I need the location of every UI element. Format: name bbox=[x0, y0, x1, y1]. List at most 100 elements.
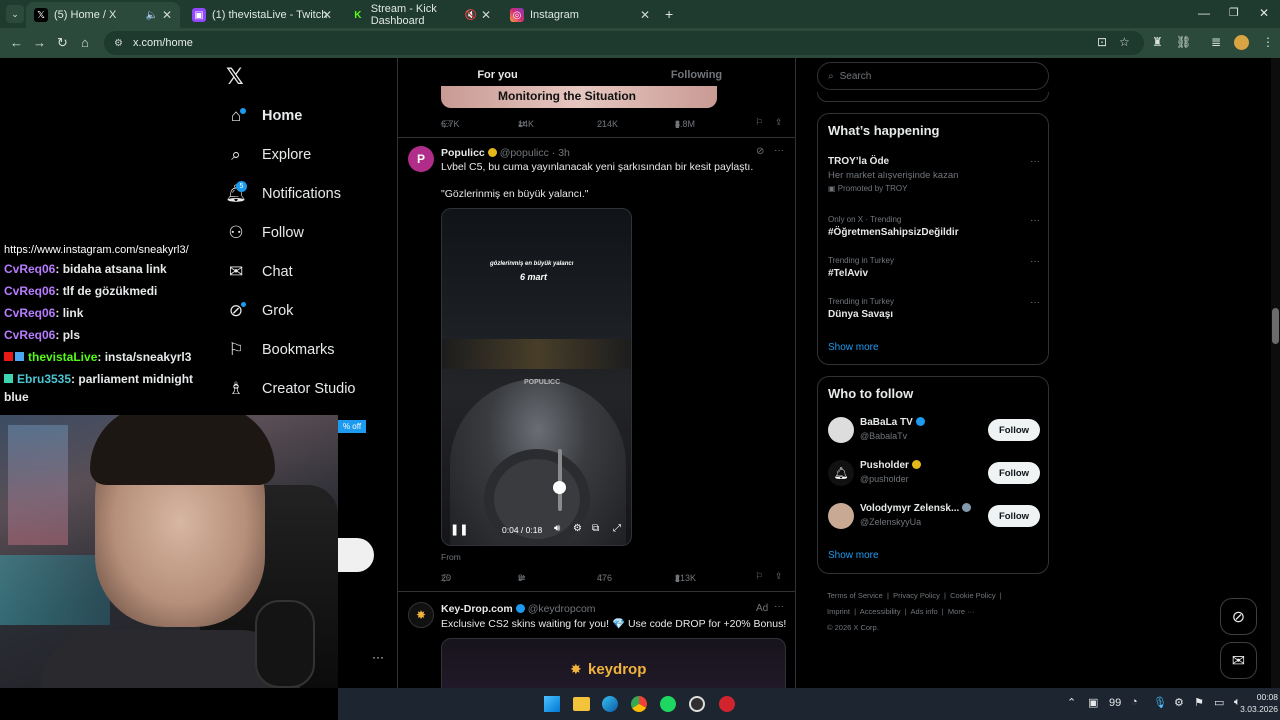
trend-more-icon[interactable]: ··· bbox=[1030, 297, 1040, 308]
tray-notification-icon[interactable]: ▣ bbox=[1088, 696, 1098, 709]
app-icon[interactable] bbox=[719, 696, 735, 712]
messages-float-button[interactable]: ✉ bbox=[1220, 642, 1257, 679]
speaker-icon[interactable]: 🔈 bbox=[146, 10, 158, 21]
tab-list-chevron-icon[interactable]: ⌄ bbox=[6, 5, 24, 23]
volume-slider[interactable] bbox=[558, 449, 562, 511]
bookmark-star-icon[interactable]: ☆ bbox=[1119, 35, 1130, 49]
footer-link[interactable]: Ads info bbox=[911, 607, 938, 616]
spotify-icon[interactable] bbox=[660, 696, 676, 712]
tab-kick[interactable]: K Stream - Kick Dashboard 🔇 ✕ bbox=[343, 2, 499, 28]
grok-post-icon[interactable]: ⊘ bbox=[756, 146, 764, 157]
pause-icon[interactable]: ❚❚ bbox=[450, 523, 468, 536]
footer-link[interactable]: Imprint bbox=[827, 607, 850, 616]
grok-float-button[interactable]: ⊘ bbox=[1220, 598, 1257, 635]
nav-follow[interactable]: ⚇ Follow bbox=[226, 223, 304, 243]
trend-more-icon[interactable]: ··· bbox=[1030, 215, 1040, 226]
settings-icon[interactable]: ⚙ bbox=[573, 523, 582, 534]
nav-creator-studio[interactable]: ♗ Creator Studio bbox=[226, 379, 355, 399]
obs-icon[interactable] bbox=[689, 696, 705, 712]
address-bar[interactable]: ⚙ x.com/home bbox=[104, 31, 1144, 55]
home-icon[interactable]: ⌂ bbox=[81, 35, 89, 50]
link-icon[interactable]: ⛓ bbox=[1176, 35, 1191, 49]
post-author-name[interactable]: Populicc bbox=[441, 147, 485, 159]
follow-suggestion[interactable]: Volodymyr Zelensk... @ZelenskyyUa Follow bbox=[828, 501, 1040, 535]
trend-item[interactable]: TROY’la Öde Her market alışverişinde kaz… bbox=[828, 156, 1040, 193]
footer-link[interactable]: Cookie Policy bbox=[950, 591, 995, 600]
footer-link[interactable]: More ··· bbox=[948, 607, 975, 616]
ad-handle[interactable]: @keydropcom bbox=[528, 603, 596, 615]
trend-item[interactable]: Trending in Turkey #TelAviv ··· bbox=[828, 256, 1040, 279]
clock-time[interactable]: 00:08 bbox=[1248, 692, 1278, 702]
volume-slider-handle[interactable] bbox=[553, 481, 566, 494]
ad-media[interactable]: ✸ keydrop bbox=[441, 638, 786, 688]
nav-bookmarks[interactable]: ⚐ Bookmarks bbox=[226, 340, 334, 360]
muted-icon[interactable]: 🔇 bbox=[465, 10, 477, 21]
restore-icon[interactable]: ❐ bbox=[1229, 6, 1239, 19]
tray-chevron-icon[interactable]: ⌃ bbox=[1067, 696, 1076, 709]
scrollbar-track[interactable] bbox=[1271, 58, 1280, 688]
clock-date[interactable]: 3.03.2026 bbox=[1230, 704, 1278, 714]
media-control-icon[interactable]: ≣ bbox=[1211, 35, 1221, 49]
avatar-keydrop[interactable]: ✸ bbox=[408, 602, 434, 628]
tab-instagram[interactable]: ◎ Instagram ✕ bbox=[502, 2, 658, 28]
nav-grok[interactable]: ⊘ Grok bbox=[226, 301, 294, 321]
fullscreen-icon[interactable]: ⤢ bbox=[613, 523, 621, 534]
forward-icon[interactable]: → bbox=[33, 35, 46, 50]
close-tab-icon[interactable]: ✕ bbox=[640, 8, 650, 22]
extension-icon[interactable]: ♜ bbox=[1152, 35, 1163, 49]
nav-chat[interactable]: ✉ Chat bbox=[226, 262, 293, 282]
nav-home[interactable]: ⌂ Home bbox=[226, 106, 302, 126]
site-info-icon[interactable]: ⚙ bbox=[114, 38, 123, 49]
profile-avatar[interactable] bbox=[1234, 35, 1249, 50]
install-app-icon[interactable]: ⊡ bbox=[1097, 35, 1107, 49]
tray-app3-icon[interactable]: ⚑ bbox=[1194, 696, 1204, 709]
new-tab-icon[interactable]: + bbox=[665, 6, 673, 22]
follow-button[interactable]: Follow bbox=[988, 462, 1040, 484]
share-icon[interactable]: ⇪ bbox=[775, 117, 783, 128]
bookmark-icon[interactable]: ⚐ bbox=[755, 117, 763, 128]
back-icon[interactable]: ← bbox=[10, 35, 23, 50]
bookmark-icon[interactable]: ⚐ bbox=[755, 571, 763, 582]
tray-app-icon[interactable]: ◔ bbox=[1131, 696, 1138, 708]
post-handle[interactable]: @populicc bbox=[500, 147, 549, 159]
windows-start-icon[interactable] bbox=[544, 696, 560, 712]
more-options-icon[interactable]: ··· bbox=[372, 650, 384, 664]
network-icon[interactable]: ▭ bbox=[1214, 696, 1224, 709]
footer-link[interactable]: Terms of Service bbox=[827, 591, 883, 600]
ad-author-name[interactable]: Key-Drop.com bbox=[441, 603, 513, 615]
menu-icon[interactable]: ⋮ bbox=[1262, 35, 1274, 49]
follow-button[interactable]: Follow bbox=[988, 419, 1040, 441]
trend-more-icon[interactable]: ··· bbox=[1030, 156, 1040, 167]
x-logo-icon[interactable]: 𝕏 bbox=[226, 64, 244, 90]
close-tab-icon[interactable]: ✕ bbox=[162, 8, 172, 22]
pip-icon[interactable]: ⧉ bbox=[592, 523, 599, 534]
volume-icon[interactable]: 🔊︎ bbox=[554, 523, 560, 534]
share-icon[interactable]: ⇪ bbox=[775, 571, 783, 582]
microphone-icon[interactable]: 🎙︎ bbox=[1153, 696, 1167, 709]
close-window-icon[interactable]: ✕ bbox=[1259, 6, 1269, 20]
search-box[interactable]: ⌕ Search bbox=[817, 62, 1049, 90]
close-tab-icon[interactable]: ✕ bbox=[322, 8, 332, 22]
file-explorer-icon[interactable] bbox=[573, 697, 590, 711]
show-more-link[interactable]: Show more bbox=[828, 550, 879, 561]
follow-suggestion[interactable]: BaBaLa TV @BabalaTv Follow bbox=[828, 415, 1040, 449]
nav-explore[interactable]: ⌕ Explore bbox=[226, 145, 311, 165]
tab-x-home[interactable]: 𝕏 (5) Home / X 🔈 ✕ bbox=[26, 2, 180, 28]
post-video[interactable]: gözlerinmiş en büyük yalancı 6 mart POPU… bbox=[441, 208, 632, 546]
follow-suggestion[interactable]: 🔔︎ Pusholder @pusholder Follow bbox=[828, 458, 1040, 492]
close-tab-icon[interactable]: ✕ bbox=[481, 8, 491, 22]
reload-icon[interactable]: ↻ bbox=[57, 35, 68, 51]
post-more-icon[interactable]: ··· bbox=[774, 145, 784, 156]
tab-twitch[interactable]: ▣ (1) thevistaLive - Twitch ✕ bbox=[184, 2, 340, 28]
minimize-icon[interactable]: — bbox=[1198, 6, 1210, 20]
trend-item[interactable]: Trending in Turkey Dünya Savaşı ··· bbox=[828, 297, 1040, 320]
follow-button[interactable]: Follow bbox=[988, 505, 1040, 527]
edge-icon[interactable] bbox=[602, 696, 618, 712]
trend-more-icon[interactable]: ··· bbox=[1030, 256, 1040, 267]
ad-more-icon[interactable]: ··· bbox=[774, 601, 784, 612]
show-more-link[interactable]: Show more bbox=[828, 342, 879, 353]
footer-link[interactable]: Privacy Policy bbox=[893, 591, 940, 600]
chrome-icon[interactable] bbox=[631, 696, 647, 712]
scrollbar-thumb[interactable] bbox=[1272, 308, 1279, 344]
trend-item[interactable]: Only on X · Trending #ÖğretmenSahipsizDe… bbox=[828, 215, 1040, 238]
